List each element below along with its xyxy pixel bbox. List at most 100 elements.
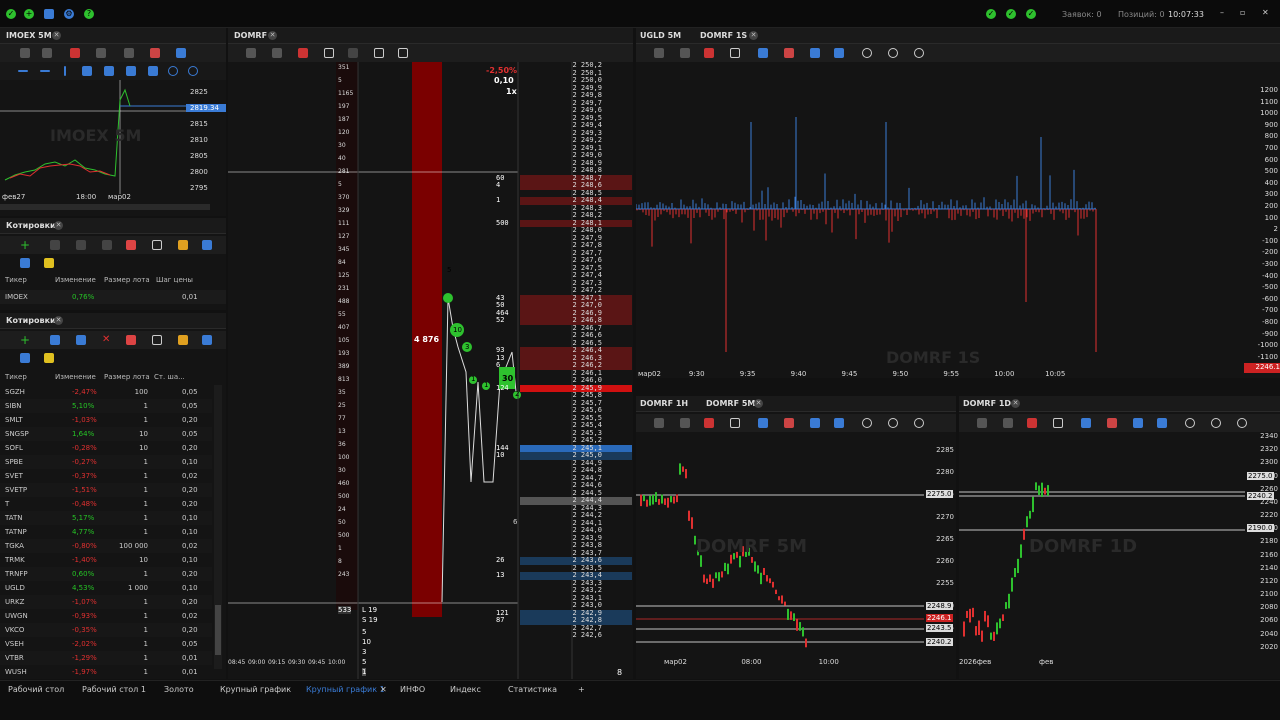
bell-icon[interactable] — [178, 335, 188, 345]
table-row[interactable]: SGZH -2,47% 100 0,05 — [0, 385, 212, 399]
table-row[interactable]: SMLT -1,03% 1 0,20 — [0, 413, 212, 427]
bars-icon[interactable] — [834, 418, 844, 428]
window-icon[interactable] — [152, 335, 162, 345]
close-icon[interactable]: ✕ — [749, 31, 758, 40]
close-icon[interactable]: ✕ — [52, 31, 61, 40]
up-icon[interactable] — [50, 240, 60, 250]
table-row[interactable]: SOFL -0,28% 10 0,20 — [0, 441, 212, 455]
workspace-tab[interactable]: ИНФО — [400, 685, 425, 694]
add-icon[interactable]: + — [20, 239, 30, 251]
check-icon[interactable]: ✓ — [6, 9, 16, 19]
table-row[interactable]: TATN 5,17% 1 0,10 — [0, 511, 212, 525]
close-icon[interactable]: ✕ — [1011, 399, 1020, 408]
v-scrollbar[interactable] — [214, 385, 222, 669]
workspace-tab[interactable]: Крупный график — [220, 685, 291, 694]
ladder-row[interactable]: 2 242,6 — [520, 631, 632, 640]
star-icon[interactable] — [20, 258, 30, 268]
table-row[interactable]: TRNFP 0,60% 1 0,20 — [0, 567, 212, 581]
help-icon[interactable]: ? — [84, 9, 94, 19]
channel-icon[interactable] — [148, 66, 158, 76]
table-row[interactable]: TRMK -1,40% 10 0,10 — [0, 553, 212, 567]
window-icon[interactable] — [152, 240, 162, 250]
star-icon[interactable] — [20, 353, 30, 363]
zoom-in-icon[interactable] — [862, 48, 872, 58]
grid-icon[interactable] — [44, 9, 54, 19]
table-row[interactable]: SVET -0,37% 1 0,02 — [0, 469, 212, 483]
zoom-in-icon[interactable] — [862, 418, 872, 428]
zoom-out-icon[interactable] — [1211, 418, 1221, 428]
settings-icon[interactable] — [20, 48, 30, 58]
maximize-icon[interactable]: ▫ — [1240, 8, 1245, 17]
add-icon[interactable]: + — [20, 334, 30, 346]
tab-domrf-1s[interactable]: DOMRF 1S — [700, 31, 747, 40]
trend-icon[interactable] — [126, 66, 136, 76]
clock-icon[interactable] — [704, 418, 714, 428]
search-icon[interactable] — [914, 418, 924, 428]
close-icon[interactable]: ✕ — [54, 221, 63, 230]
settings-icon[interactable] — [654, 418, 664, 428]
down-icon[interactable] — [76, 240, 86, 250]
table-row[interactable]: T -0,48% 1 0,20 — [0, 497, 212, 511]
column-header[interactable]: Размер лота — [104, 373, 150, 381]
table-row[interactable]: VSEH -2,02% 1 0,05 — [0, 637, 212, 651]
indicator-icon[interactable] — [150, 48, 160, 58]
table-row[interactable]: VKCO -0,35% 1 0,20 — [0, 623, 212, 637]
zoom-out-icon[interactable] — [888, 48, 898, 58]
remove-icon[interactable] — [102, 240, 112, 250]
camera-icon[interactable] — [680, 418, 690, 428]
settings-icon[interactable] — [654, 48, 664, 58]
file-icon[interactable] — [324, 48, 334, 58]
workspace-tab[interactable]: Рабочий стол — [8, 685, 64, 694]
column-header[interactable]: Ст. ша... — [154, 373, 185, 381]
add-tab-icon[interactable]: + — [578, 685, 585, 694]
pen-icon[interactable] — [202, 240, 212, 250]
clock-icon[interactable] — [70, 48, 80, 58]
tab-ugld-5m[interactable]: UGLD 5M — [640, 31, 681, 40]
clock-icon[interactable] — [1027, 418, 1037, 428]
pen-icon[interactable] — [176, 48, 186, 58]
copy-icon[interactable] — [398, 48, 408, 58]
eraser-icon[interactable] — [126, 240, 136, 250]
line-icon[interactable] — [18, 70, 28, 72]
search-icon[interactable] — [914, 48, 924, 58]
pen-icon[interactable] — [202, 335, 212, 345]
settings-icon[interactable] — [246, 48, 256, 58]
search-icon[interactable] — [1237, 418, 1247, 428]
filter-icon[interactable] — [44, 258, 54, 268]
close-icon[interactable]: ✕ — [54, 316, 63, 325]
line-tool-icon[interactable] — [1081, 418, 1091, 428]
ray-icon[interactable] — [82, 66, 92, 76]
camera-icon[interactable] — [272, 48, 282, 58]
zoom-in-icon[interactable] — [1185, 418, 1195, 428]
close-icon[interactable]: ✕ — [1262, 8, 1269, 17]
pen-icon[interactable] — [810, 418, 820, 428]
gear-icon[interactable]: ⚙ — [64, 9, 74, 19]
bars-icon[interactable] — [834, 48, 844, 58]
copy-icon[interactable] — [730, 48, 740, 58]
table-row[interactable]: URKZ -1,07% 1 0,20 — [0, 595, 212, 609]
eraser-icon[interactable] — [126, 335, 136, 345]
table-row[interactable]: SIBN 5,10% 1 0,05 — [0, 399, 212, 413]
table-row[interactable]: UWGN -0,93% 1 0,02 — [0, 609, 212, 623]
vline-icon[interactable] — [64, 66, 66, 76]
table-row[interactable]: TGKA -0,80% 100 000 0,02 — [0, 539, 212, 553]
table-row[interactable]: TATNP 4,77% 1 0,10 — [0, 525, 212, 539]
list-icon[interactable] — [374, 48, 384, 58]
indicator-icon[interactable] — [784, 48, 794, 58]
clock-icon[interactable] — [298, 48, 308, 58]
tab-domrf-5m[interactable]: DOMRF 5M — [706, 399, 755, 408]
column-header[interactable]: Изменение — [55, 373, 96, 381]
column-header[interactable]: Шаг цены — [156, 276, 193, 284]
copy-icon[interactable] — [730, 418, 740, 428]
copy-icon[interactable] — [96, 48, 106, 58]
table-row[interactable]: SPBE -0,27% 1 0,10 — [0, 455, 212, 469]
close-icon[interactable]: ✕ — [268, 31, 277, 40]
bars-icon[interactable] — [1157, 418, 1167, 428]
minimize-icon[interactable]: – — [1220, 8, 1224, 17]
column-header[interactable]: Размер лота — [104, 276, 150, 284]
remove-icon[interactable]: ✕ — [102, 335, 112, 345]
workspace-tab[interactable]: Золото — [164, 685, 194, 694]
workspace-tab[interactable]: Крупный график 1 — [306, 685, 385, 694]
table-row[interactable]: IMOEX 0,76% 0,01 — [0, 290, 226, 304]
tab-domrf-1d[interactable]: DOMRF 1D — [963, 399, 1011, 408]
